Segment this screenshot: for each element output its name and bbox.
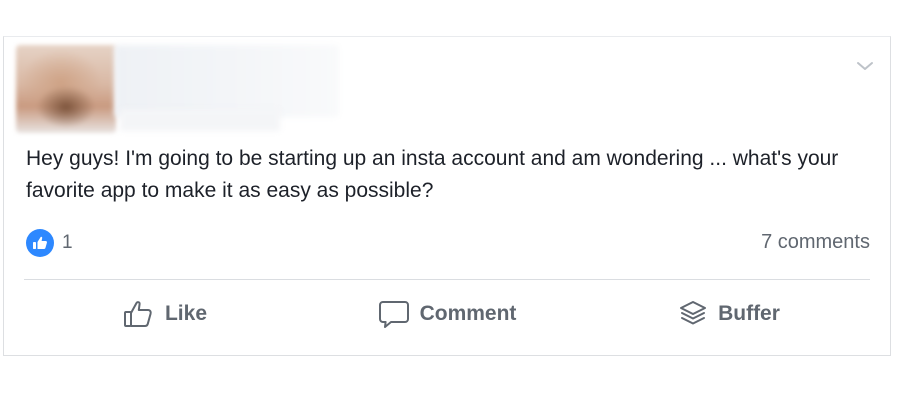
divider (24, 279, 870, 280)
comment-button[interactable]: Comment (306, 289, 588, 339)
buffer-button[interactable]: Buffer (588, 289, 870, 339)
buffer-button-label: Buffer (718, 302, 780, 325)
comments-count-link[interactable]: 7 comments (761, 231, 870, 254)
thumbs-up-icon (123, 299, 155, 329)
like-reaction-icon (26, 229, 54, 257)
speech-bubble-icon (378, 299, 410, 329)
post-body-text: Hey guys! I'm going to be starting up an… (26, 147, 839, 202)
reaction-count: 1 (62, 232, 73, 253)
post-action-bar: Like Comment Buffer (24, 289, 870, 339)
stacked-layers-icon (678, 299, 708, 329)
like-button[interactable]: Like (24, 289, 306, 339)
author-avatar[interactable] (16, 45, 116, 133)
reaction-summary[interactable]: 1 (26, 229, 73, 257)
page: Hey guys! I'm going to be starting up an… (0, 0, 900, 400)
post-card: Hey guys! I'm going to be starting up an… (3, 36, 891, 356)
like-button-label: Like (164, 302, 208, 325)
comment-button-label: Comment (419, 302, 517, 325)
chevron-down-icon[interactable] (856, 59, 874, 73)
author-name-redacted[interactable] (114, 45, 339, 117)
post-timestamp-redacted (120, 109, 280, 131)
